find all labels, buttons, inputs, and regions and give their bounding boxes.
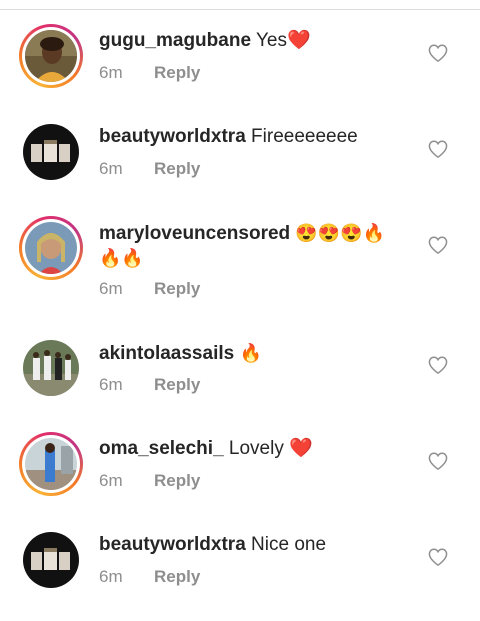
reply-button[interactable]: Reply	[154, 279, 200, 298]
avatar-image	[25, 30, 77, 82]
comment-username[interactable]: maryloveuncensored	[99, 223, 290, 244]
avatar[interactable]	[19, 528, 83, 592]
comment-username[interactable]: oma_selechi_	[99, 438, 224, 459]
avatar-image	[23, 124, 79, 180]
avatar[interactable]	[19, 120, 83, 184]
comment-timestamp: 6m	[99, 159, 123, 178]
avatar[interactable]	[19, 216, 83, 280]
avatar-image	[25, 222, 77, 274]
reply-button[interactable]: Reply	[154, 375, 200, 394]
like-heart-icon[interactable]	[428, 140, 448, 159]
story-ring	[19, 24, 83, 88]
comment-text: Nice one	[251, 534, 327, 555]
reply-button[interactable]: Reply	[154, 159, 200, 178]
comment-timestamp: 6m	[99, 567, 123, 586]
like-heart-icon[interactable]	[428, 44, 448, 63]
like-heart-icon[interactable]	[428, 236, 448, 255]
comment-timestamp: 6m	[99, 63, 123, 82]
comment-username[interactable]: gugu_magubane	[99, 30, 251, 51]
avatar-image	[23, 340, 79, 396]
comment-text-continued: 🔥🔥	[99, 248, 144, 268]
comment-text: Lovely ❤️	[228, 438, 313, 459]
story-ring	[19, 432, 83, 496]
like-heart-icon[interactable]	[428, 452, 448, 471]
comment-username[interactable]: akintolaassails	[99, 343, 234, 364]
reply-button[interactable]: Reply	[154, 567, 200, 586]
avatar[interactable]	[19, 432, 83, 496]
avatar[interactable]	[19, 24, 83, 88]
reply-button[interactable]: Reply	[154, 471, 200, 490]
comment-timestamp: 6m	[99, 279, 123, 298]
story-ring	[19, 216, 83, 280]
comment-timestamp: 6m	[99, 375, 123, 394]
comment-timestamp: 6m	[99, 471, 123, 490]
comment-text: 😍😍😍🔥	[295, 223, 386, 243]
comment-username[interactable]: beautyworldxtra	[99, 534, 246, 555]
comment-username[interactable]: beautyworldxtra	[99, 126, 246, 147]
comment-text: Fireeeeeeee	[251, 126, 358, 147]
comment-text: Yes❤️	[255, 30, 311, 51]
avatar-image	[23, 532, 79, 588]
like-heart-icon[interactable]	[428, 356, 448, 375]
avatar[interactable]	[19, 336, 83, 400]
reply-button[interactable]: Reply	[154, 63, 200, 82]
comment-text: 🔥	[239, 343, 262, 363]
top-divider	[0, 0, 480, 10]
avatar-image	[25, 438, 77, 490]
like-heart-icon[interactable]	[428, 548, 448, 567]
